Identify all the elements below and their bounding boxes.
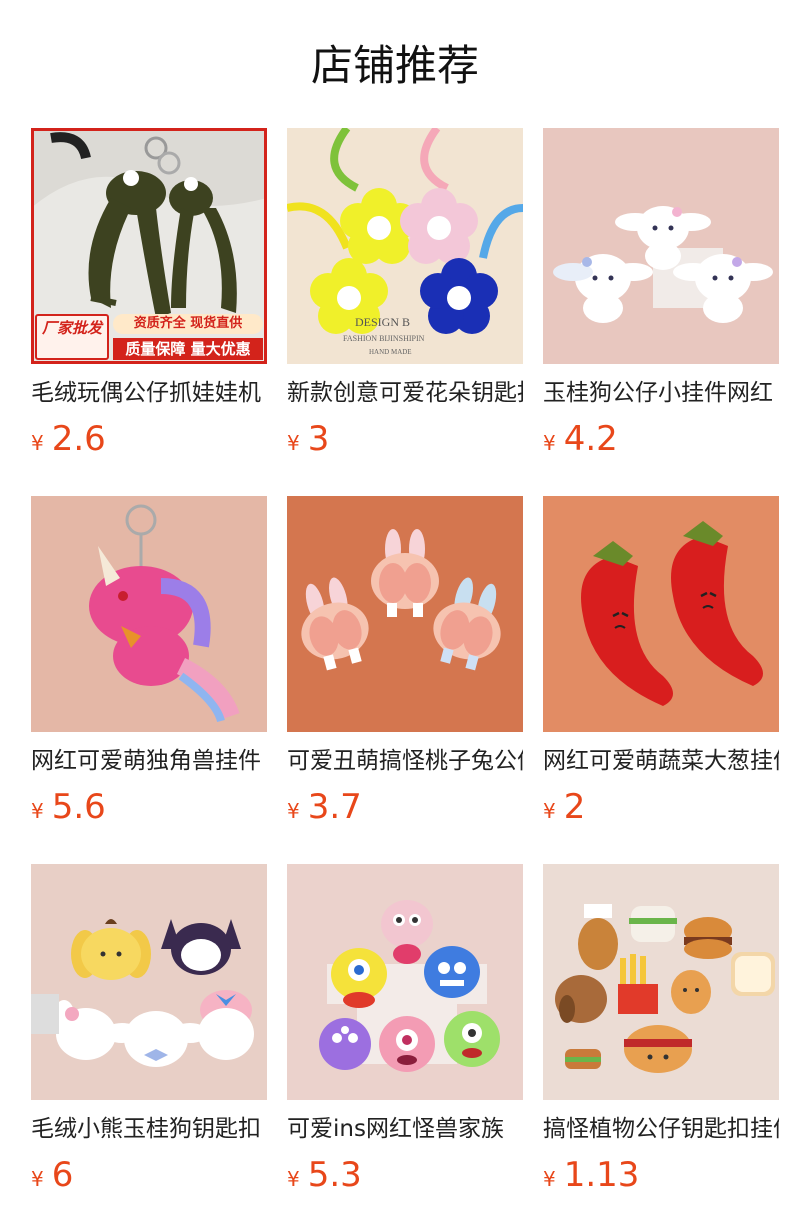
product-image[interactable] [543,128,779,364]
product-price: ¥2.6 [31,417,267,461]
price-value: 3 [307,419,330,459]
product-name[interactable]: 可爱ins网红怪兽家族 [287,1113,523,1145]
price-value: 2 [563,787,586,827]
wholesale-badge: 厂家批发 [35,314,109,360]
product-image[interactable] [31,864,267,1100]
product-price: ¥5.6 [31,785,267,829]
product-name[interactable]: 毛绒玩偶公仔抓娃娃机 [31,377,267,409]
product-price: ¥6 [31,1153,267,1197]
product-name[interactable]: 玉桂狗公仔小挂件网红 [543,377,779,409]
currency-symbol: ¥ [287,431,300,455]
product-price: ¥3 [287,417,523,461]
price-value: 6 [51,1155,74,1195]
product-name[interactable]: 搞怪植物公仔钥匙扣挂件 [543,1113,779,1145]
currency-symbol: ¥ [31,431,44,455]
product-name[interactable]: 网红可爱萌独角兽挂件 [31,745,267,777]
price-value: 1.13 [563,1155,640,1195]
product-image[interactable]: DESIGN B FASHION BIJINSHIPIN HAND MADE [287,128,523,364]
product-card[interactable]: 网红可爱萌蔬菜大葱挂件 ¥2 [543,496,779,829]
product-name[interactable]: 网红可爱萌蔬菜大葱挂件 [543,745,779,777]
promo-banner: 资质齐全 现货直供 质量保障 量大优惠 [113,314,263,360]
product-price: ¥4.2 [543,417,779,461]
product-image[interactable] [31,496,267,732]
product-image[interactable] [287,864,523,1100]
currency-symbol: ¥ [31,1167,44,1191]
price-value: 3.7 [307,787,362,827]
product-price: ¥2 [543,785,779,829]
product-card[interactable]: 厂家批发 资质齐全 现货直供 质量保障 量大优惠 毛绒玩偶公仔抓娃娃机 ¥2.6 [31,128,267,461]
product-name[interactable]: 可爱丑萌搞怪桃子兔公仔 [287,745,523,777]
product-price: ¥1.13 [543,1153,779,1197]
caption-line-2: FASHION BIJINSHIPIN [343,334,425,343]
currency-symbol: ¥ [31,799,44,823]
product-name[interactable]: 新款创意可爱花朵钥匙扣 [287,377,523,409]
promo-banner-top: 资质齐全 现货直供 [113,314,263,334]
promo-banner-bottom: 质量保障 量大优惠 [113,338,263,360]
currency-symbol: ¥ [287,1167,300,1191]
caption-line-3: HAND MADE [369,348,412,356]
product-image[interactable] [287,496,523,732]
product-image[interactable] [543,864,779,1100]
price-value: 5.6 [51,787,106,827]
price-value: 5.3 [307,1155,362,1195]
product-card[interactable]: 毛绒小熊玉桂狗钥匙扣 ¥6 [31,864,267,1197]
product-image[interactable]: 厂家批发 资质齐全 现货直供 质量保障 量大优惠 [31,128,267,364]
product-name[interactable]: 毛绒小熊玉桂狗钥匙扣 [31,1113,267,1145]
price-value: 2.6 [51,419,106,459]
product-card[interactable]: 可爱ins网红怪兽家族 ¥5.3 [287,864,523,1197]
product-card[interactable]: 玉桂狗公仔小挂件网红 ¥4.2 [543,128,779,461]
currency-symbol: ¥ [543,1167,556,1191]
product-card[interactable]: DESIGN B FASHION BIJINSHIPIN HAND MADE 新… [287,128,523,461]
currency-symbol: ¥ [287,799,300,823]
product-card[interactable]: 搞怪植物公仔钥匙扣挂件 ¥1.13 [543,864,779,1197]
product-price: ¥3.7 [287,785,523,829]
product-image[interactable] [543,496,779,732]
currency-symbol: ¥ [543,431,556,455]
currency-symbol: ¥ [543,799,556,823]
caption-line-1: DESIGN B [355,315,410,329]
product-card[interactable]: 可爱丑萌搞怪桃子兔公仔 ¥3.7 [287,496,523,829]
price-value: 4.2 [563,419,618,459]
product-card[interactable]: 网红可爱萌独角兽挂件 ¥5.6 [31,496,267,829]
page-title: 店铺推荐 [310,41,479,90]
product-price: ¥5.3 [287,1153,523,1197]
